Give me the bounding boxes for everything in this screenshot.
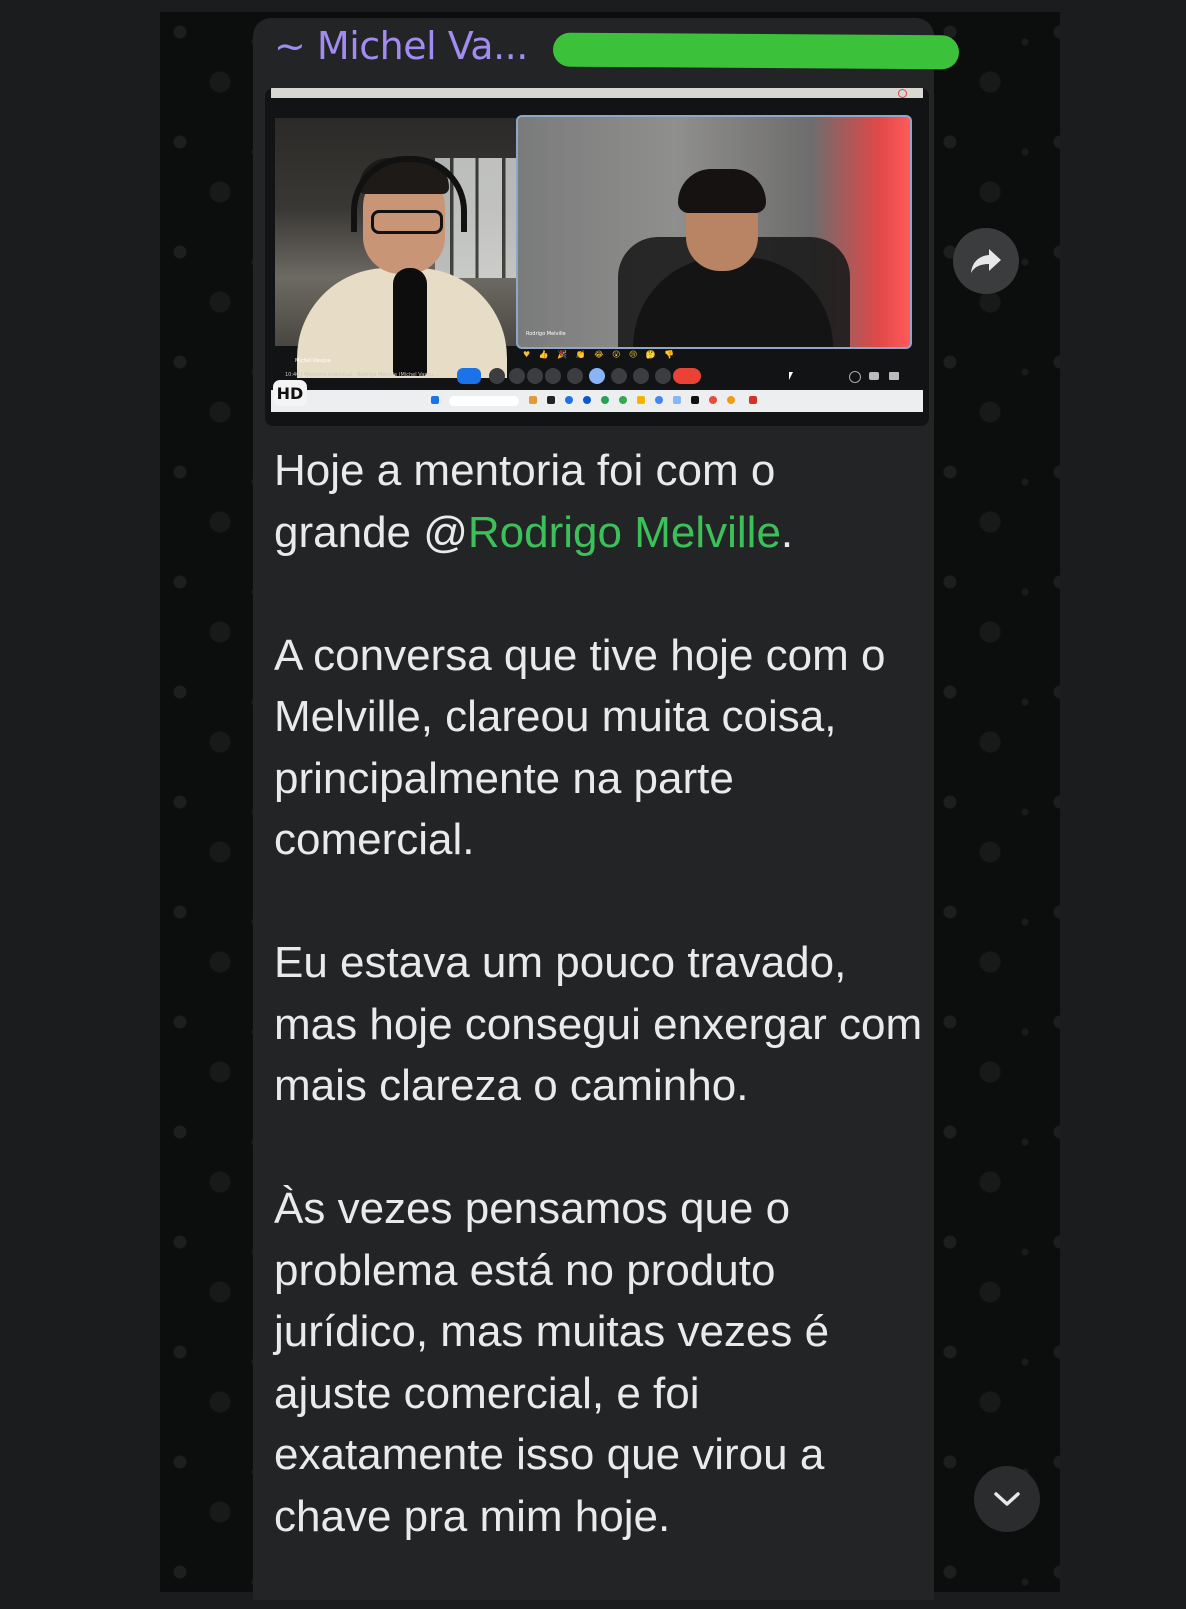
message-paragraph: Hoje a mentoria foi com o grande @Rodrig… (274, 440, 924, 563)
camera-icon (545, 368, 561, 384)
participant-video-right: Rodrigo Melville (516, 115, 912, 349)
mic-icon (509, 368, 525, 384)
mention-at-sign: @ (423, 507, 468, 557)
chat-icon (869, 372, 879, 380)
forward-arrow-icon (971, 249, 1001, 273)
mention-link[interactable]: Rodrigo Melville (468, 508, 781, 557)
more-icon (489, 368, 505, 384)
participant-label-left: Michel Vasque (295, 358, 331, 364)
info-icon (849, 371, 861, 383)
meeting-controls-bar: 10:40 | Mentoria Individual - Rodrigo Me… (271, 366, 923, 388)
scroll-to-bottom-button[interactable] (974, 1466, 1040, 1532)
forward-button[interactable] (953, 228, 1019, 294)
microphone (393, 268, 427, 376)
mouse-cursor-icon (789, 372, 793, 380)
chevron-down-icon (994, 1492, 1020, 1506)
pdf-icon (749, 396, 757, 404)
message-paragraph: A conversa que tive hoje com o Melville,… (274, 630, 886, 865)
windows-start-icon (431, 396, 439, 404)
raise-hand-icon (633, 368, 649, 384)
reaction-bar: ♥ 👍 🎉 👏 😂 😮 😢 🤔 👎 (523, 350, 678, 359)
hd-badge: HD (273, 380, 307, 406)
shared-image[interactable]: Michel Vasque Rodrigo Melville ♥ 👍 🎉 👏 😂… (265, 88, 929, 426)
app-icon (619, 396, 627, 404)
taskbar-search (449, 396, 519, 406)
message-text-span: . (780, 507, 794, 557)
app-icon (583, 396, 591, 404)
activities-icon (889, 372, 899, 380)
folder-icon (637, 396, 645, 404)
message-paragraph: Eu estava um pouco travado, mas hoje con… (274, 938, 923, 1110)
app-icon (601, 396, 609, 404)
app-icon (529, 396, 537, 404)
captions-toggle-icon (611, 368, 627, 384)
app-icon (565, 396, 573, 404)
app-icon (709, 396, 717, 404)
options-icon (655, 368, 671, 384)
screen-top-bar (271, 88, 923, 98)
emoji-icon (589, 368, 605, 384)
app-icon (673, 396, 681, 404)
chevron-up-icon (527, 368, 543, 384)
person-hair (678, 169, 766, 213)
record-icon (898, 89, 907, 98)
redacted-phone-number (552, 32, 960, 70)
hang-up-icon (673, 368, 701, 384)
app-icon (691, 396, 699, 404)
app-icon (655, 396, 663, 404)
participant-label-right: Rodrigo Melville (526, 331, 566, 337)
glasses (371, 210, 443, 234)
message-paragraph: Às vezes pensamos que o problema está no… (274, 1184, 830, 1541)
present-icon (567, 368, 583, 384)
sender-name[interactable]: ~ Michel Va... (274, 24, 528, 68)
os-taskbar (271, 390, 923, 412)
app-icon (547, 396, 555, 404)
message-text: Hoje a mentoria foi com o grande @Rodrig… (274, 440, 924, 1609)
app-icon (727, 396, 735, 404)
participant-video-left: Michel Vasque (275, 118, 527, 378)
captions-icon (457, 368, 481, 384)
meeting-title: 10:40 | Mentoria Individual - Rodrigo Me… (285, 372, 439, 378)
